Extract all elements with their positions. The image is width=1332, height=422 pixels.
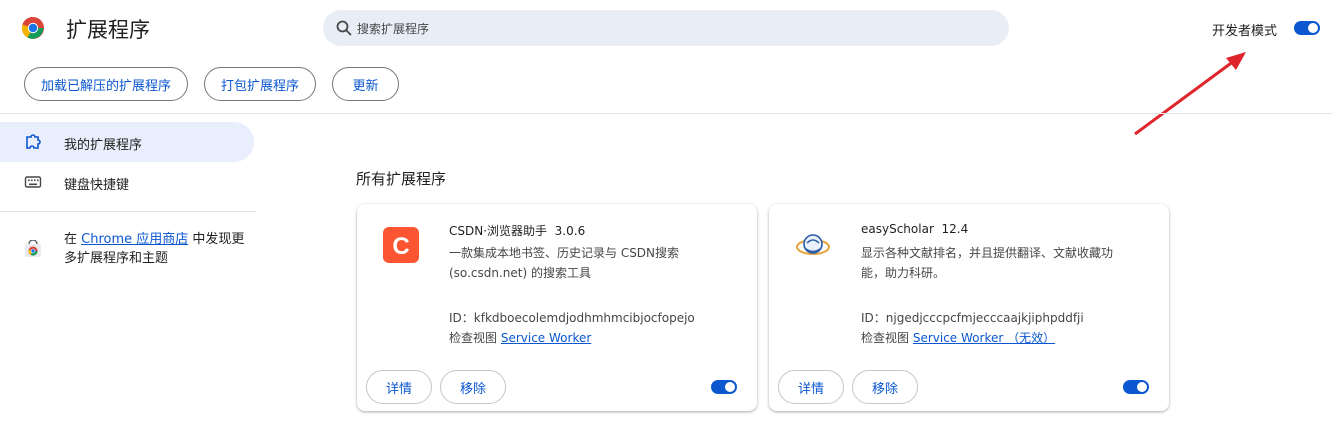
extension-card-easyscholar: easyScholar 12.4 显示各种文献排名，并且提供翻译、文献收藏功能，… xyxy=(769,204,1169,411)
extension-version: 3.0.6 xyxy=(554,224,586,238)
easyscholar-extension-icon xyxy=(796,234,830,255)
details-button[interactable]: 详情 xyxy=(366,370,432,404)
chrome-logo-icon xyxy=(21,16,44,39)
search-placeholder: 搜索扩展程序 xyxy=(357,22,430,36)
section-title: 所有扩展程序 xyxy=(356,170,447,188)
remove-button[interactable]: 移除 xyxy=(440,370,506,404)
extension-description: 一款集成本地书签、历史记录与 CSDN搜索(so.csdn.net) 的搜索工具 xyxy=(449,246,680,280)
extension-name: CSDN·浏览器助手 3.0.6 xyxy=(449,222,585,239)
search-input[interactable]: 搜索扩展程序 xyxy=(323,10,1009,46)
sidebar-item-my-extensions[interactable]: 我的扩展程序 xyxy=(0,122,254,162)
chrome-web-store-icon xyxy=(25,240,41,257)
details-button[interactable]: 详情 xyxy=(778,370,844,404)
store-prefix-text: 在 xyxy=(64,232,82,247)
update-button[interactable]: 更新 xyxy=(332,67,399,101)
page-title: 扩展程序 xyxy=(66,18,150,42)
id-label: ID： xyxy=(449,311,474,325)
id-value: njgedjcccpcfmjecccaajkjiphpddfji xyxy=(885,311,1084,325)
service-worker-link[interactable]: Service Worker xyxy=(501,331,591,345)
extension-card-csdn: C CSDN·浏览器助手 3.0.6 一款集成本地书签、历史记录与 CSDN搜索… xyxy=(357,204,757,411)
remove-button[interactable]: 移除 xyxy=(852,370,918,404)
toggle-knob xyxy=(725,382,735,392)
puzzle-icon xyxy=(26,134,41,149)
extension-name-text: easyScholar xyxy=(861,222,934,236)
svg-text:C: C xyxy=(392,233,409,260)
inspect-label: 检查视图 xyxy=(861,331,910,345)
dev-mode-label: 开发者模式 xyxy=(1212,24,1278,39)
inspect-views: 检查视图 Service Worker xyxy=(449,329,591,346)
extension-id: ID：kfkdboecolemdjodhmhmcibjocfopejo xyxy=(449,309,695,326)
extension-description: 显示各种文献排名，并且提供翻译、文献收藏功能，助力科研。 xyxy=(861,246,1114,280)
inspect-views: 检查视图 Service Worker （无效） xyxy=(861,329,1055,346)
toggle-knob xyxy=(1137,382,1147,392)
service-worker-link[interactable]: Service Worker （无效） xyxy=(913,331,1055,345)
extension-version: 12.4 xyxy=(941,222,969,236)
extension-name-text: CSDN·浏览器助手 xyxy=(449,224,548,238)
load-unpacked-button[interactable]: 加载已解压的扩展程序 xyxy=(24,67,188,101)
extension-name: easyScholar 12.4 xyxy=(861,222,968,236)
pack-extension-button[interactable]: 打包扩展程序 xyxy=(204,67,316,101)
keyboard-icon xyxy=(24,176,42,188)
search-icon xyxy=(336,20,352,36)
id-label: ID： xyxy=(861,311,886,325)
dev-mode-toggle[interactable] xyxy=(1294,21,1320,35)
id-value: kfkdboecolemdjodhmhmcibjocfopejo xyxy=(473,311,695,325)
sidebar-item-label: 键盘快捷键 xyxy=(64,178,130,193)
extension-enable-toggle[interactable] xyxy=(711,380,737,394)
sidebar-item-keyboard-shortcuts[interactable]: 键盘快捷键 xyxy=(0,162,254,202)
inspect-label: 检查视图 xyxy=(449,331,498,345)
csdn-extension-icon: C xyxy=(383,227,419,263)
web-store-promo: 在 Chrome 应用商店 中发现更多扩展程序和主题 xyxy=(64,230,254,268)
chrome-web-store-link[interactable]: Chrome 应用商店 xyxy=(81,232,188,247)
toggle-knob xyxy=(1308,23,1318,33)
sidebar-item-label: 我的扩展程序 xyxy=(64,138,143,153)
extension-id: ID：njgedjcccpcfmjecccaajkjiphpddfji xyxy=(861,309,1084,326)
sidebar-divider xyxy=(0,211,256,212)
header-divider xyxy=(0,113,1332,114)
extension-enable-toggle[interactable] xyxy=(1123,380,1149,394)
annotation-arrow-icon xyxy=(1134,52,1246,136)
